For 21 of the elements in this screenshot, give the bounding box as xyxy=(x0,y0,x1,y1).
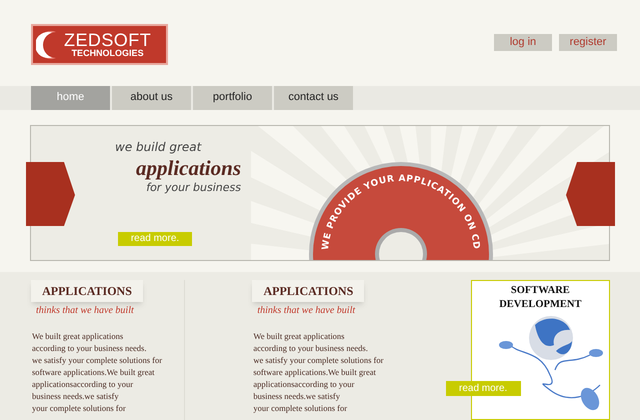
column-text: We built great applications according to your business needs. we satisfy your complete solutions for software applications.We built great applicationsaccording to your business needs.we satisfy your complete solutions for xyxy=(32,330,164,414)
column-text: We built great applications according to your business needs. we satisfy your complete solutions for software applications.We built great applicationsaccording to your business needs.we satisfy your complete solutions for xyxy=(253,330,384,414)
ribbon-left-icon xyxy=(26,162,76,228)
promo-title: SOFTWARE DEVELOPMENT xyxy=(498,284,582,312)
account-button[interactable]: log in xyxy=(494,34,552,51)
banner-intro: we build great xyxy=(115,138,202,156)
column-title: APPLICATIONS xyxy=(252,280,364,302)
logo-name: ZEDSOFT xyxy=(64,31,152,49)
crescent-icon xyxy=(36,30,60,60)
account-button[interactable]: register xyxy=(559,34,617,51)
banner-subline: for your business xyxy=(146,180,241,196)
nav-tab[interactable]: portfolio xyxy=(193,86,272,110)
nav-tab[interactable]: contact us xyxy=(274,86,353,110)
nav-tab[interactable]: home xyxy=(31,86,110,110)
logo[interactable]: ZEDSOFT TECHNOLOGIES xyxy=(31,24,168,65)
column-subtitle: thinks that we have built xyxy=(257,304,356,318)
logo-tagline: TECHNOLOGIES xyxy=(72,49,144,58)
nav-tab[interactable]: about us xyxy=(112,86,191,110)
column-title: APPLICATIONS xyxy=(31,280,143,302)
banner-headline: applications xyxy=(136,156,241,180)
column-subtitle: thinks that we have built xyxy=(36,304,135,318)
